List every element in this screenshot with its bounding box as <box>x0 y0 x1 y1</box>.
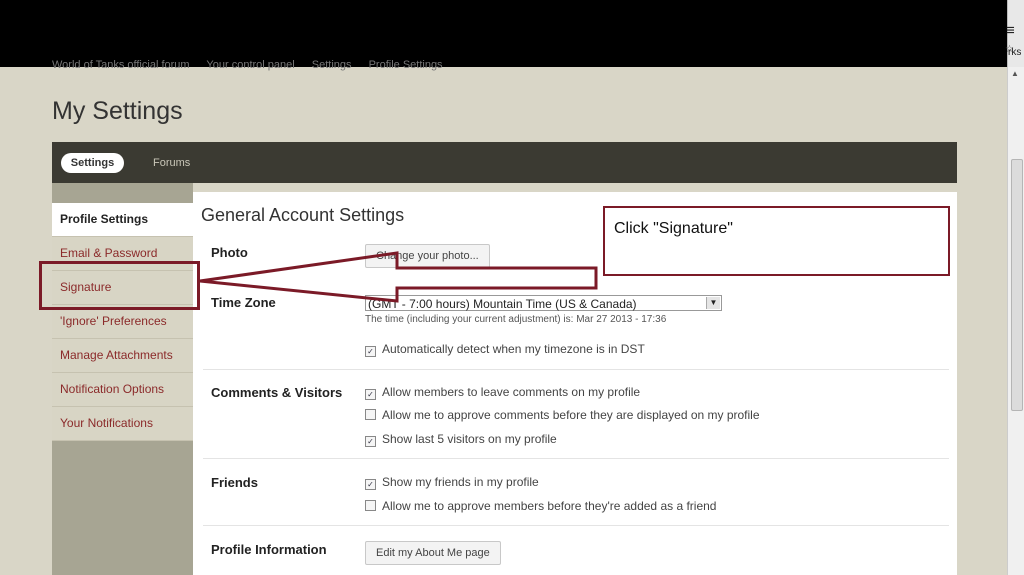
scrollbar-thumb[interactable] <box>1011 159 1023 411</box>
annotation-arrow-shape <box>199 251 598 303</box>
scroll-up-arrow-icon[interactable]: ▲ <box>1011 69 1019 78</box>
annotation-arrow <box>199 251 598 303</box>
page-scrollbar[interactable]: ▲ <box>1007 67 1024 575</box>
